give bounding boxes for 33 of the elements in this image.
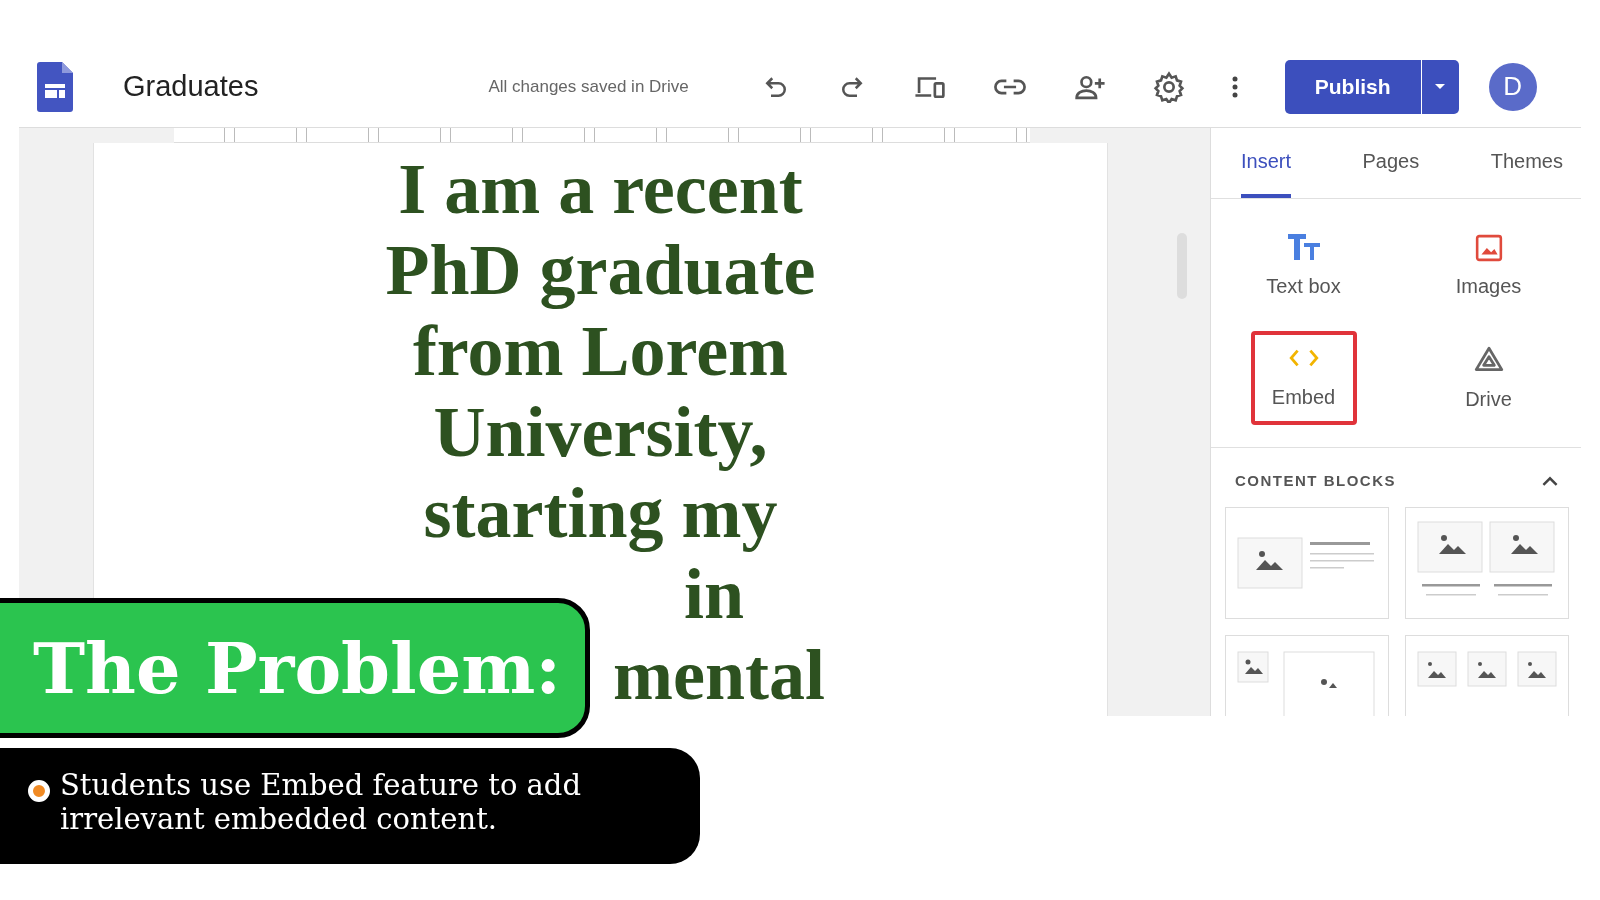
text-icon <box>1287 234 1320 261</box>
insert-item[interactable]: Embed <box>1250 331 1357 425</box>
layout-thumbnail[interactable] <box>1225 635 1389 716</box>
heading-line: starting my <box>423 473 778 554</box>
bullet-text: Students use Embed feature to add irrelevant embedded content. <box>60 768 582 836</box>
image-icon <box>1474 233 1503 262</box>
insert-item[interactable]: Drive <box>1435 331 1542 425</box>
publish-options-button[interactable] <box>1420 59 1459 114</box>
insert-item[interactable]: Images <box>1435 219 1542 313</box>
slide-title: The Problem: <box>33 626 562 710</box>
heading-line: from Lorem <box>412 311 789 392</box>
panel-tab[interactable]: Insert <box>1241 128 1292 198</box>
heading-line: mental <box>613 635 825 716</box>
sites-logo-icon <box>37 61 73 112</box>
user-avatar[interactable]: D <box>1488 62 1537 111</box>
site-title[interactable]: Graduates <box>123 70 259 103</box>
layout-thumbnail[interactable] <box>1405 635 1569 716</box>
publish-button[interactable]: Publish <box>1284 59 1421 114</box>
insert-item[interactable]: Text box <box>1250 219 1357 313</box>
layout-thumbnail[interactable] <box>1225 507 1389 619</box>
bullet-dot-icon <box>28 780 50 802</box>
panel-tab[interactable]: Themes <box>1490 128 1563 198</box>
heading-line: I am a recent <box>398 149 803 230</box>
heading-line: in <box>684 554 745 635</box>
panel-tab[interactable]: Pages <box>1362 128 1420 198</box>
heading-line: PhD graduate <box>385 230 816 311</box>
section-title: CONTENT BLOCKS <box>1235 472 1396 489</box>
heading-line: University, <box>433 392 768 473</box>
settings-icon[interactable] <box>1152 70 1185 103</box>
collapse-icon[interactable] <box>1541 475 1559 486</box>
caret-icon <box>1435 83 1446 90</box>
layout-thumbnail[interactable] <box>1405 507 1569 619</box>
save-status: All changes saved in Drive <box>488 76 689 97</box>
